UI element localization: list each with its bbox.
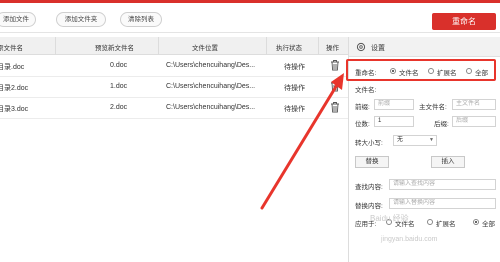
cell-preview-name: 0.doc (110, 62, 128, 69)
cell-location: C:\Users\chencuihang\Des... (166, 104, 256, 111)
cell-original-name: 目录2.doc (0, 85, 29, 92)
cell-status: 待操作 (284, 64, 305, 71)
table-row[interactable]: 目录.doc 0.doc C:\Users\chencuihang\Des...… (0, 56, 348, 77)
digits-input[interactable]: 1 (374, 116, 414, 127)
apply-radio-all-label[interactable]: 全部 (482, 218, 495, 228)
gear-icon (356, 42, 366, 52)
rename-button[interactable]: 重命名 (432, 13, 496, 30)
trash-icon[interactable] (330, 80, 340, 92)
trash-icon[interactable] (330, 59, 340, 71)
prefix-input[interactable]: 前缀 (374, 99, 414, 110)
find-label: 查找内容: (355, 184, 383, 191)
case-label: 转大小写: (355, 140, 383, 147)
cell-location: C:\Users\chencuihang\Des... (166, 62, 256, 69)
chevron-down-icon: ▼ (429, 137, 434, 143)
cell-location: C:\Users\chencuihang\Des... (166, 83, 256, 90)
table-row[interactable]: 目录3.doc 2.doc C:\Users\chencuihang\Des..… (0, 98, 348, 119)
column-divider (55, 37, 56, 55)
column-divider (158, 37, 159, 55)
apply-radio-extension-label[interactable]: 扩展名 (436, 218, 456, 228)
header-status[interactable]: 执行状态 (276, 42, 302, 52)
watermark-url: jingyan.baidu.com (381, 236, 438, 243)
settings-title: 设置 (371, 45, 385, 52)
prefix-label: 前缀: (355, 104, 370, 111)
case-select[interactable]: 无 ▼ (393, 135, 437, 146)
find-input[interactable]: 请输入查找内容 (389, 179, 496, 190)
apply-radio-all[interactable] (473, 219, 479, 225)
suffix-input[interactable]: 后缀 (452, 116, 496, 127)
header-location[interactable]: 文件位置 (192, 42, 218, 52)
apply-radio-extension[interactable] (427, 219, 433, 225)
cell-preview-name: 1.doc (110, 83, 128, 90)
header-preview-name[interactable]: 预览新文件名 (95, 42, 134, 52)
digits-label: 位数: (355, 121, 370, 128)
replace-content-label: 替换内容: (355, 203, 383, 210)
table-header: 原文件名 预览新文件名 文件位置 执行状态 操作 (0, 37, 348, 55)
filename-section-label: 文件名: (355, 87, 377, 94)
add-folder-button[interactable]: 添加文件夹 (56, 12, 106, 27)
cell-original-name: 目录.doc (0, 64, 25, 71)
cell-preview-name: 2.doc (110, 104, 128, 111)
trash-icon[interactable] (330, 101, 340, 113)
cell-status: 待操作 (284, 85, 305, 92)
insert-button[interactable]: 插入 (431, 156, 465, 168)
main-name-input[interactable]: 主文件名 (452, 99, 496, 110)
watermark-logo: Baidu 经验 (370, 214, 409, 223)
cell-status: 待操作 (284, 106, 305, 113)
replace-content-input[interactable]: 请输入替换内容 (389, 198, 496, 209)
file-table: 原文件名 预览新文件名 文件位置 执行状态 操作 目录.doc 0.doc C:… (0, 37, 348, 262)
column-divider (266, 37, 267, 55)
suffix-label: 后缀: (434, 121, 449, 128)
annotation-highlight-box (346, 59, 496, 81)
main-name-label: 主文件名: (419, 104, 447, 111)
table-row[interactable]: 目录2.doc 1.doc C:\Users\chencuihang\Des..… (0, 77, 348, 98)
header-original-name[interactable]: 原文件名 (0, 42, 23, 52)
toolbar: 添加文件 添加文件夹 清除列表 重命名 (0, 3, 500, 33)
case-select-value: 无 (397, 137, 404, 143)
column-divider (318, 37, 319, 55)
header-action: 操作 (326, 45, 339, 52)
cell-original-name: 目录3.doc (0, 106, 29, 113)
settings-header: 设置 (349, 37, 500, 57)
clear-list-button[interactable]: 清除列表 (120, 12, 162, 27)
replace-button[interactable]: 替换 (355, 156, 389, 168)
add-file-button[interactable]: 添加文件 (0, 12, 36, 27)
